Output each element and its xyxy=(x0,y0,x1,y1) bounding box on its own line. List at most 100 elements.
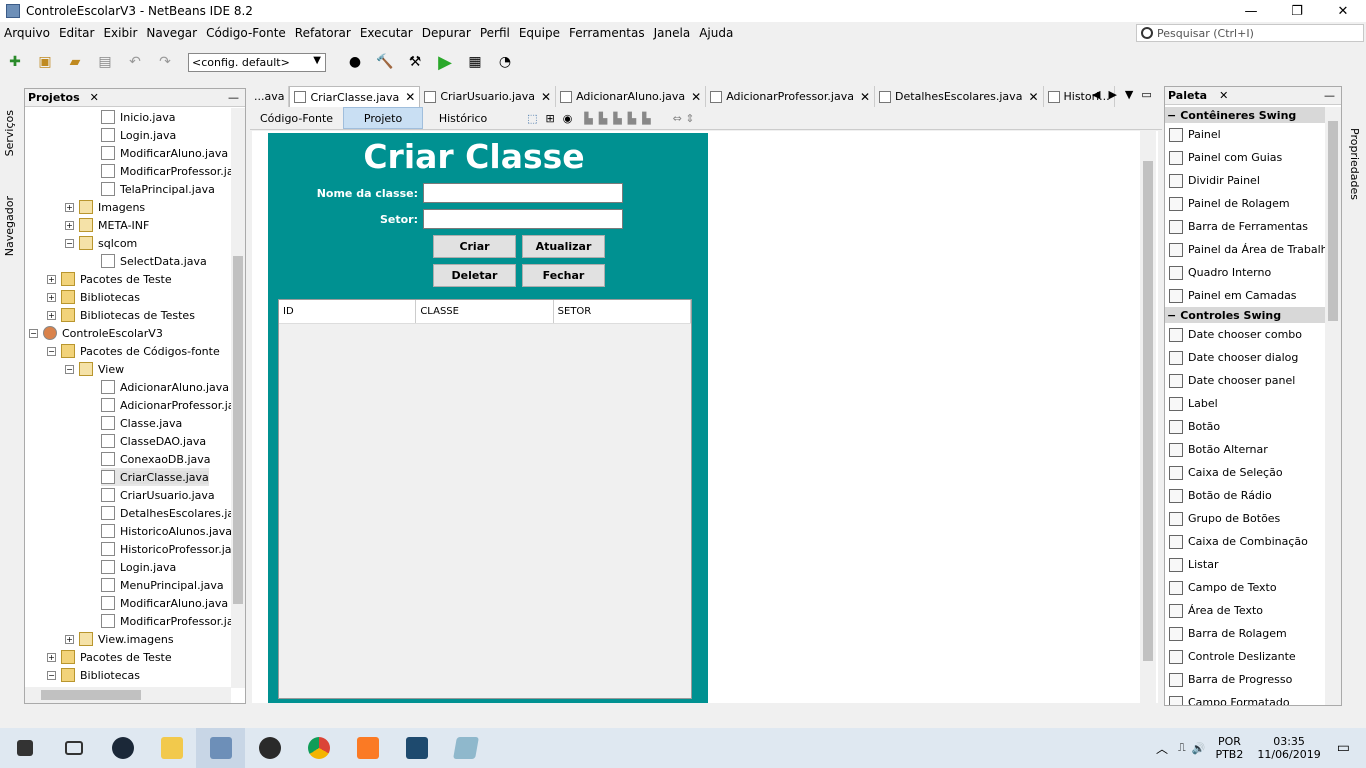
chevron-up-icon[interactable]: ︿ xyxy=(1156,740,1168,757)
mysql-button[interactable] xyxy=(392,728,441,768)
palette-scroll-thumb[interactable] xyxy=(1328,121,1338,321)
tree-node[interactable]: + View.imagens xyxy=(65,630,174,648)
chrome-button[interactable] xyxy=(294,728,343,768)
editor-tab[interactable]: ...ava xyxy=(250,86,290,107)
collapse-icon[interactable]: − xyxy=(1167,109,1176,122)
tree-node[interactable]: CriarClasse.java xyxy=(101,468,209,486)
services-tab[interactable]: Serviços xyxy=(3,110,16,156)
tree-node[interactable]: + Bibliotecas de Testes xyxy=(47,306,195,324)
app-button[interactable] xyxy=(441,728,490,768)
editor-tab[interactable]: CriarClasse.java ✕ xyxy=(289,86,421,107)
palette-item[interactable]: Caixa de Seleção xyxy=(1165,461,1325,484)
menu-navegar[interactable]: Navegar xyxy=(142,26,202,40)
menu-arquivo[interactable]: Arquivo xyxy=(0,26,55,40)
collapse-icon[interactable]: − xyxy=(1167,309,1176,322)
menu-ferramentas[interactable]: Ferramentas xyxy=(565,26,650,40)
expand-toggle-icon[interactable]: + xyxy=(47,274,56,284)
palette-item[interactable]: Grupo de Botões xyxy=(1165,507,1325,530)
connection-mode-icon[interactable]: ⊞ xyxy=(541,107,558,129)
source-mode-tab[interactable]: Código-Fonte xyxy=(250,107,343,129)
tree-node[interactable]: AdicionarProfessor.ja xyxy=(101,396,231,414)
expand-toggle-icon[interactable]: + xyxy=(65,202,74,212)
column-header[interactable]: CLASSE xyxy=(416,300,554,323)
menu-editar[interactable]: Editar xyxy=(55,26,100,40)
palette-item[interactable]: Caixa de Combinação xyxy=(1165,530,1325,553)
palette-item[interactable]: Campo de Texto xyxy=(1165,576,1325,599)
expand-toggle-icon[interactable]: − xyxy=(47,346,56,356)
menu-c-digo-fonte[interactable]: Código-Fonte xyxy=(202,26,291,40)
tree-node[interactable]: CriarUsuario.java xyxy=(101,486,215,504)
new-file-icon[interactable]: ✚ xyxy=(4,51,26,73)
palette-item[interactable]: Date chooser dialog xyxy=(1165,346,1325,369)
close-form-button[interactable]: Fechar xyxy=(522,264,605,287)
editor-tab[interactable]: AdicionarProfessor.java ✕ xyxy=(706,86,876,107)
open-project-icon[interactable]: ▰ xyxy=(64,51,86,73)
tree-node[interactable]: TelaPrincipal.java xyxy=(101,180,215,198)
tree-node[interactable]: Inicio.java xyxy=(101,108,175,126)
align-icons[interactable]: ▙▙▙▙▙ xyxy=(576,107,664,129)
menu-ajuda[interactable]: Ajuda xyxy=(695,26,738,40)
maximize-button[interactable]: ❐ xyxy=(1274,0,1320,22)
tree-node[interactable]: ModificarProfessor.jav xyxy=(101,612,231,630)
tree-node[interactable]: HistoricoAlunos.java xyxy=(101,522,231,540)
tree-node[interactable]: ConexaoDB.java xyxy=(101,450,211,468)
design-scroll-thumb[interactable] xyxy=(1143,161,1153,661)
expand-toggle-icon[interactable]: − xyxy=(65,238,74,248)
editor-tab[interactable]: CriarUsuario.java ✕ xyxy=(420,86,557,107)
create-button[interactable]: Criar xyxy=(433,235,516,258)
palette-item[interactable]: Painel com Guias xyxy=(1165,146,1325,169)
volume-icon[interactable]: 🔊 xyxy=(1192,742,1206,755)
expand-toggle-icon[interactable]: + xyxy=(47,652,56,662)
palette-item[interactable]: Dividir Painel xyxy=(1165,169,1325,192)
tree-node[interactable]: SelectData.java xyxy=(101,252,207,270)
tree-node[interactable]: ClasseDAO.java xyxy=(101,432,206,450)
clock[interactable]: 03:35 11/06/2019 xyxy=(1257,735,1320,761)
class-table[interactable]: ID CLASSE SETOR xyxy=(278,299,692,699)
palette-item[interactable]: Botão de Rádio xyxy=(1165,484,1325,507)
tree-hscrollbar[interactable] xyxy=(25,687,231,703)
sector-input[interactable] xyxy=(423,209,623,229)
menu-refatorar[interactable]: Refatorar xyxy=(291,26,356,40)
palette-category[interactable]: − Controles Swing xyxy=(1165,307,1325,323)
palette-item[interactable]: Date chooser panel xyxy=(1165,369,1325,392)
undo-icon[interactable]: ↶ xyxy=(124,51,146,73)
tree-scroll-thumb[interactable] xyxy=(233,256,243,604)
design-scrollbar[interactable] xyxy=(1140,131,1156,703)
tree-node[interactable]: + META-INF xyxy=(65,216,149,234)
preview-icon[interactable]: ◉ xyxy=(559,107,577,129)
menu-executar[interactable]: Executar xyxy=(356,26,418,40)
target-icon[interactable]: ● xyxy=(344,51,366,73)
palette-item[interactable]: Barra de Rolagem xyxy=(1165,622,1325,645)
palette-item[interactable]: Botão xyxy=(1165,415,1325,438)
tree-node[interactable]: − Bibliotecas xyxy=(47,666,140,684)
palette-item[interactable]: Botão Alternar xyxy=(1165,438,1325,461)
tree-node[interactable]: DetalhesEscolares.jav xyxy=(101,504,231,522)
expand-toggle-icon[interactable]: + xyxy=(65,634,74,644)
tree-node[interactable]: + Imagens xyxy=(65,198,145,216)
expand-toggle-icon[interactable]: + xyxy=(65,220,74,230)
tree-node[interactable]: − Pacotes de Códigos-fonte xyxy=(47,342,220,360)
expand-toggle-icon[interactable]: + xyxy=(47,310,56,320)
netbeans-taskbar-button[interactable] xyxy=(196,728,245,768)
expand-toggle-icon[interactable]: + xyxy=(47,292,56,302)
minimize-panel-icon[interactable]: — xyxy=(1324,89,1335,102)
menu-exibir[interactable]: Exibir xyxy=(99,26,142,40)
palette-item[interactable]: Painel xyxy=(1165,123,1325,146)
delete-button[interactable]: Deletar xyxy=(433,264,516,287)
menu-equipe[interactable]: Equipe xyxy=(515,26,565,40)
column-header[interactable]: ID xyxy=(279,300,417,323)
close-icon[interactable]: ✕ xyxy=(405,90,415,104)
close-button[interactable]: ✕ xyxy=(1320,0,1366,22)
tree-node[interactable]: MenuPrincipal.java xyxy=(101,576,224,594)
close-icon[interactable]: ✕ xyxy=(691,90,701,104)
game-button[interactable] xyxy=(245,728,294,768)
palette-category[interactable]: − Contêineres Swing xyxy=(1165,107,1325,123)
palette-item[interactable]: Painel de Rolagem xyxy=(1165,192,1325,215)
build-icon[interactable]: 🔨 xyxy=(374,51,396,73)
xampp-button[interactable] xyxy=(343,728,392,768)
palette-item[interactable]: Barra de Ferramentas xyxy=(1165,215,1325,238)
tab-nav-arrows[interactable]: ◀▶▼▭ xyxy=(1092,88,1160,101)
expand-toggle-icon[interactable]: − xyxy=(47,670,56,680)
design-mode-tab[interactable]: Projeto xyxy=(343,107,424,129)
tree-node[interactable]: + Pacotes de Teste xyxy=(47,648,172,666)
